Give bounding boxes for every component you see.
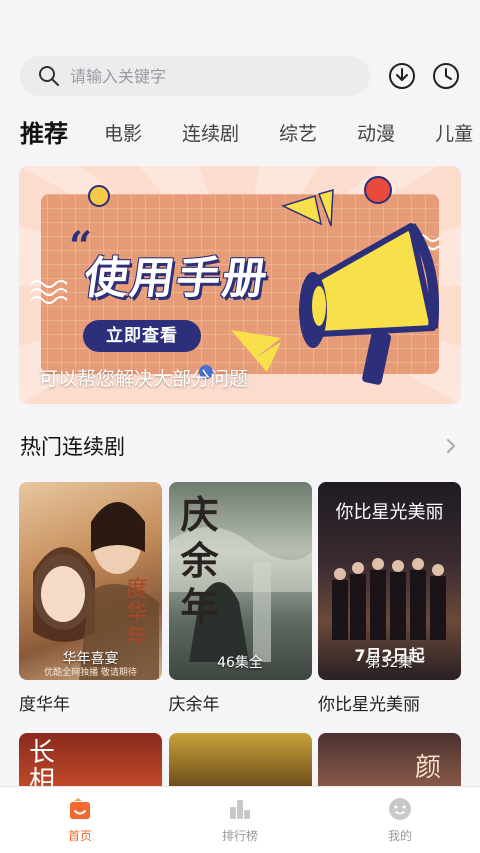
- tab-movies[interactable]: 电影: [104, 116, 142, 152]
- poster-image[interactable]: 颜: [318, 733, 461, 789]
- poster-image[interactable]: 长相: [19, 733, 162, 789]
- search-input[interactable]: [70, 66, 330, 86]
- series-title: 庆余年: [168, 695, 220, 715]
- search-icon: [39, 66, 59, 86]
- poster-image: 度华年 优酷全网独播 敬请期待 华年喜宴: [19, 482, 162, 680]
- series-card[interactable]: 庆余年 46集全 庆余年: [168, 482, 312, 715]
- tab-recommend[interactable]: 推荐: [20, 116, 68, 152]
- tab-variety[interactable]: 综艺: [279, 116, 317, 152]
- chevron-right-icon[interactable]: [442, 437, 460, 455]
- nav-home[interactable]: 首页: [0, 787, 160, 853]
- nav-home-label: 首页: [67, 829, 92, 843]
- series-list: 度华年 优酷全网独播 敬请期待 华年喜宴 度华年 庆余年 46集全 庆余年 你比…: [19, 482, 461, 715]
- history-icon[interactable]: [432, 62, 460, 90]
- banner[interactable]: “ 使用手册 立即查看 可以帮您解决大部分问题: [19, 166, 461, 404]
- ranking-icon: [230, 800, 250, 819]
- series-list-row-2: 长相 颜: [19, 733, 461, 789]
- nav-profile-label: 我的: [387, 829, 412, 843]
- search-bar[interactable]: [20, 56, 370, 96]
- section-header: 热门连续剧: [20, 430, 460, 462]
- category-tabs: 推荐 电影 连续剧 综艺 动漫 儿童: [20, 112, 480, 152]
- series-title: 度华年: [19, 695, 70, 715]
- poster-title: 颜: [414, 753, 441, 783]
- nav-ranking[interactable]: 排行榜: [160, 787, 320, 853]
- episode-badge: 46集全: [217, 655, 263, 671]
- banner-title: 使用手册: [80, 253, 272, 304]
- tab-anime[interactable]: 动漫: [357, 116, 395, 152]
- banner-cta-button[interactable]: 立即查看: [83, 320, 201, 352]
- poster-image[interactable]: [168, 733, 312, 789]
- search-row: [20, 56, 466, 96]
- episode-badge: 华年喜宴: [62, 651, 119, 667]
- home-icon: [70, 798, 90, 819]
- series-card[interactable]: 度华年 优酷全网独播 敬请期待 华年喜宴 度华年: [19, 482, 162, 715]
- episode-badge: 第32集: [366, 655, 413, 671]
- poster-title: 度华年: [126, 577, 149, 650]
- poster-image: 你比星光美丽 7月2日起 第32集: [318, 482, 461, 680]
- poster-title: 长相: [29, 738, 56, 789]
- download-icon[interactable]: [388, 62, 416, 90]
- poster-title: 庆余年: [180, 492, 219, 629]
- series-card[interactable]: 你比星光美丽 7月2日起 第32集 你比星光美丽: [318, 482, 461, 715]
- series-title: 你比星光美丽: [318, 695, 420, 715]
- tab-kids[interactable]: 儿童: [435, 116, 473, 152]
- banner-caption: 可以帮您解决大部分问题: [39, 368, 249, 390]
- section-title: 热门连续剧: [20, 435, 125, 459]
- tab-series[interactable]: 连续剧: [182, 116, 239, 152]
- bottom-nav: 首页 排行榜 我的: [0, 786, 480, 853]
- poster-image: 庆余年 46集全: [168, 482, 312, 680]
- poster-title: 你比星光美丽: [335, 502, 444, 523]
- nav-profile[interactable]: 我的: [320, 787, 480, 853]
- profile-icon: [389, 798, 411, 820]
- nav-ranking-label: 排行榜: [221, 829, 258, 843]
